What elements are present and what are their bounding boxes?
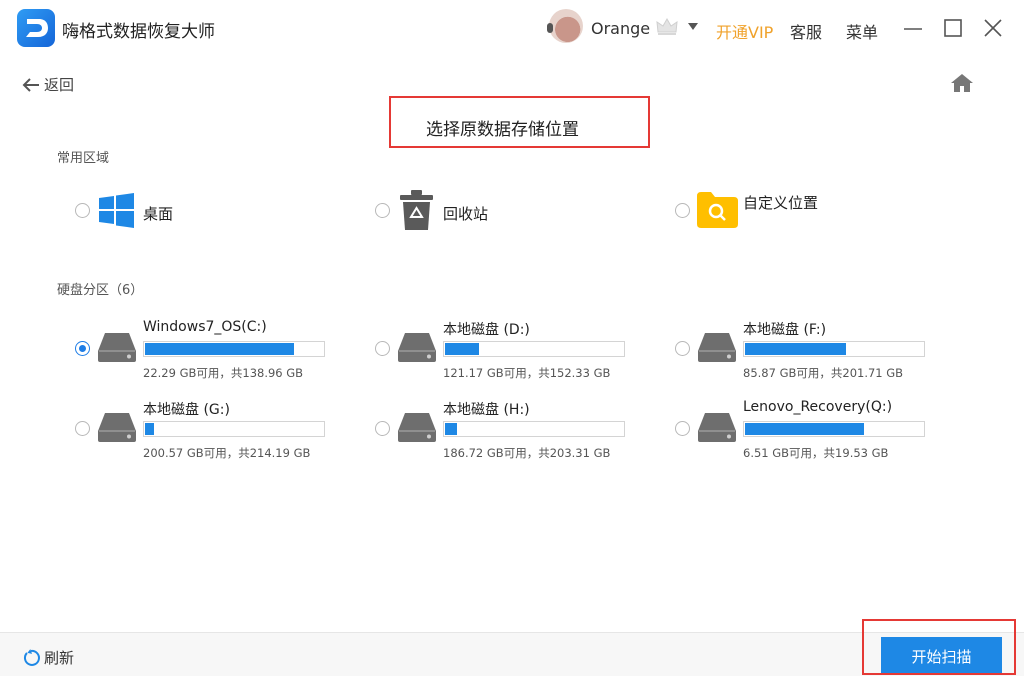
- drive-usage-fill: [145, 423, 154, 435]
- drive-usage-fill: [145, 343, 295, 355]
- drive-item[interactable]: Lenovo_Recovery(Q:) 6.51 GB可用，共19.53 GB: [675, 399, 983, 469]
- drive-radio[interactable]: [675, 421, 690, 436]
- hard-drive-icon: [98, 333, 136, 362]
- hard-drive-icon: [698, 413, 736, 442]
- drive-space-info: 200.57 GB可用，共214.19 GB: [143, 446, 311, 460]
- drive-item[interactable]: 本地磁盘 (F:) 85.87 GB可用，共201.71 GB: [675, 319, 983, 389]
- drive-radio[interactable]: [75, 341, 90, 356]
- menu-link[interactable]: 菜单: [846, 19, 878, 43]
- highlight-box-title: [389, 96, 650, 148]
- drive-item[interactable]: Windows7_OS(C:) 22.29 GB可用，共138.96 GB: [75, 319, 383, 389]
- drive-radio[interactable]: [375, 421, 390, 436]
- user-avatar[interactable]: [547, 9, 583, 43]
- area-label-desktop: 桌面: [143, 205, 174, 223]
- back-label: 返回: [44, 76, 75, 94]
- windows-icon: [99, 193, 134, 228]
- refresh-button[interactable]: 刷新: [22, 647, 74, 668]
- drive-usage-bar: [743, 421, 925, 437]
- hard-drive-icon: [398, 333, 436, 362]
- drive-name: 本地磁盘 (D:): [443, 322, 530, 338]
- close-icon[interactable]: [982, 17, 1004, 39]
- drives-section-label: 硬盘分区（6）: [57, 283, 144, 298]
- recycle-bin-icon: [400, 190, 433, 230]
- minimize-icon[interactable]: [902, 17, 924, 39]
- title-bar: 嗨格式数据恢复大师 Orange 开通VIP 客服 菜单: [0, 0, 1024, 58]
- folder-search-icon: [697, 192, 738, 228]
- drive-space-info: 186.72 GB可用，共203.31 GB: [443, 446, 611, 460]
- service-link[interactable]: 客服: [790, 19, 822, 43]
- back-button[interactable]: 返回: [22, 74, 74, 95]
- arrow-left-icon: [22, 77, 39, 92]
- drive-item[interactable]: 本地磁盘 (G:) 200.57 GB可用，共214.19 GB: [75, 399, 383, 469]
- drive-usage-bar: [443, 341, 625, 357]
- username[interactable]: Orange: [591, 19, 650, 38]
- hard-drive-icon: [98, 413, 136, 442]
- drive-name: Windows7_OS(C:): [143, 319, 267, 335]
- home-icon[interactable]: [950, 73, 974, 93]
- crown-icon: [656, 17, 678, 35]
- drive-space-info: 85.87 GB可用，共201.71 GB: [743, 366, 904, 380]
- drive-name: 本地磁盘 (F:): [743, 322, 827, 338]
- drive-space-info: 121.17 GB可用，共152.33 GB: [443, 366, 611, 380]
- drive-item[interactable]: 本地磁盘 (H:) 186.72 GB可用，共203.31 GB: [375, 399, 683, 469]
- radio-custom-location[interactable]: [675, 203, 690, 218]
- drive-radio[interactable]: [375, 341, 390, 356]
- area-label-custom-location: 自定义位置: [743, 194, 819, 212]
- refresh-icon: [24, 648, 40, 666]
- drive-radio[interactable]: [75, 421, 90, 436]
- drive-usage-bar: [143, 421, 325, 437]
- drive-usage-fill: [445, 423, 458, 435]
- user-dropdown-icon[interactable]: [688, 23, 698, 30]
- hard-drive-icon: [698, 333, 736, 362]
- drive-space-info: 22.29 GB可用，共138.96 GB: [143, 366, 304, 380]
- highlight-box-scan: [862, 619, 1016, 675]
- drive-item[interactable]: 本地磁盘 (D:) 121.17 GB可用，共152.33 GB: [375, 319, 683, 389]
- drive-space-info: 6.51 GB可用，共19.53 GB: [743, 446, 889, 460]
- drive-radio[interactable]: [675, 341, 690, 356]
- drive-usage-fill: [445, 343, 479, 355]
- drive-usage-bar: [743, 341, 925, 357]
- radio-recycle-bin[interactable]: [375, 203, 390, 218]
- drive-usage-bar: [143, 341, 325, 357]
- drive-usage-bar: [443, 421, 625, 437]
- common-area-label: 常用区域: [57, 151, 110, 166]
- app-title: 嗨格式数据恢复大师: [62, 22, 215, 42]
- radio-desktop[interactable]: [75, 203, 90, 218]
- drive-name: 本地磁盘 (H:): [443, 402, 530, 418]
- area-label-recycle-bin: 回收站: [443, 205, 489, 223]
- drive-usage-fill: [745, 423, 864, 435]
- hard-drive-icon: [398, 413, 436, 442]
- vip-link[interactable]: 开通VIP: [716, 19, 773, 43]
- app-logo-icon: [17, 9, 55, 47]
- maximize-icon[interactable]: [942, 17, 964, 39]
- drive-usage-fill: [745, 343, 846, 355]
- drive-name: Lenovo_Recovery(Q:): [743, 399, 893, 415]
- refresh-label: 刷新: [44, 649, 75, 667]
- drive-name: 本地磁盘 (G:): [143, 402, 230, 418]
